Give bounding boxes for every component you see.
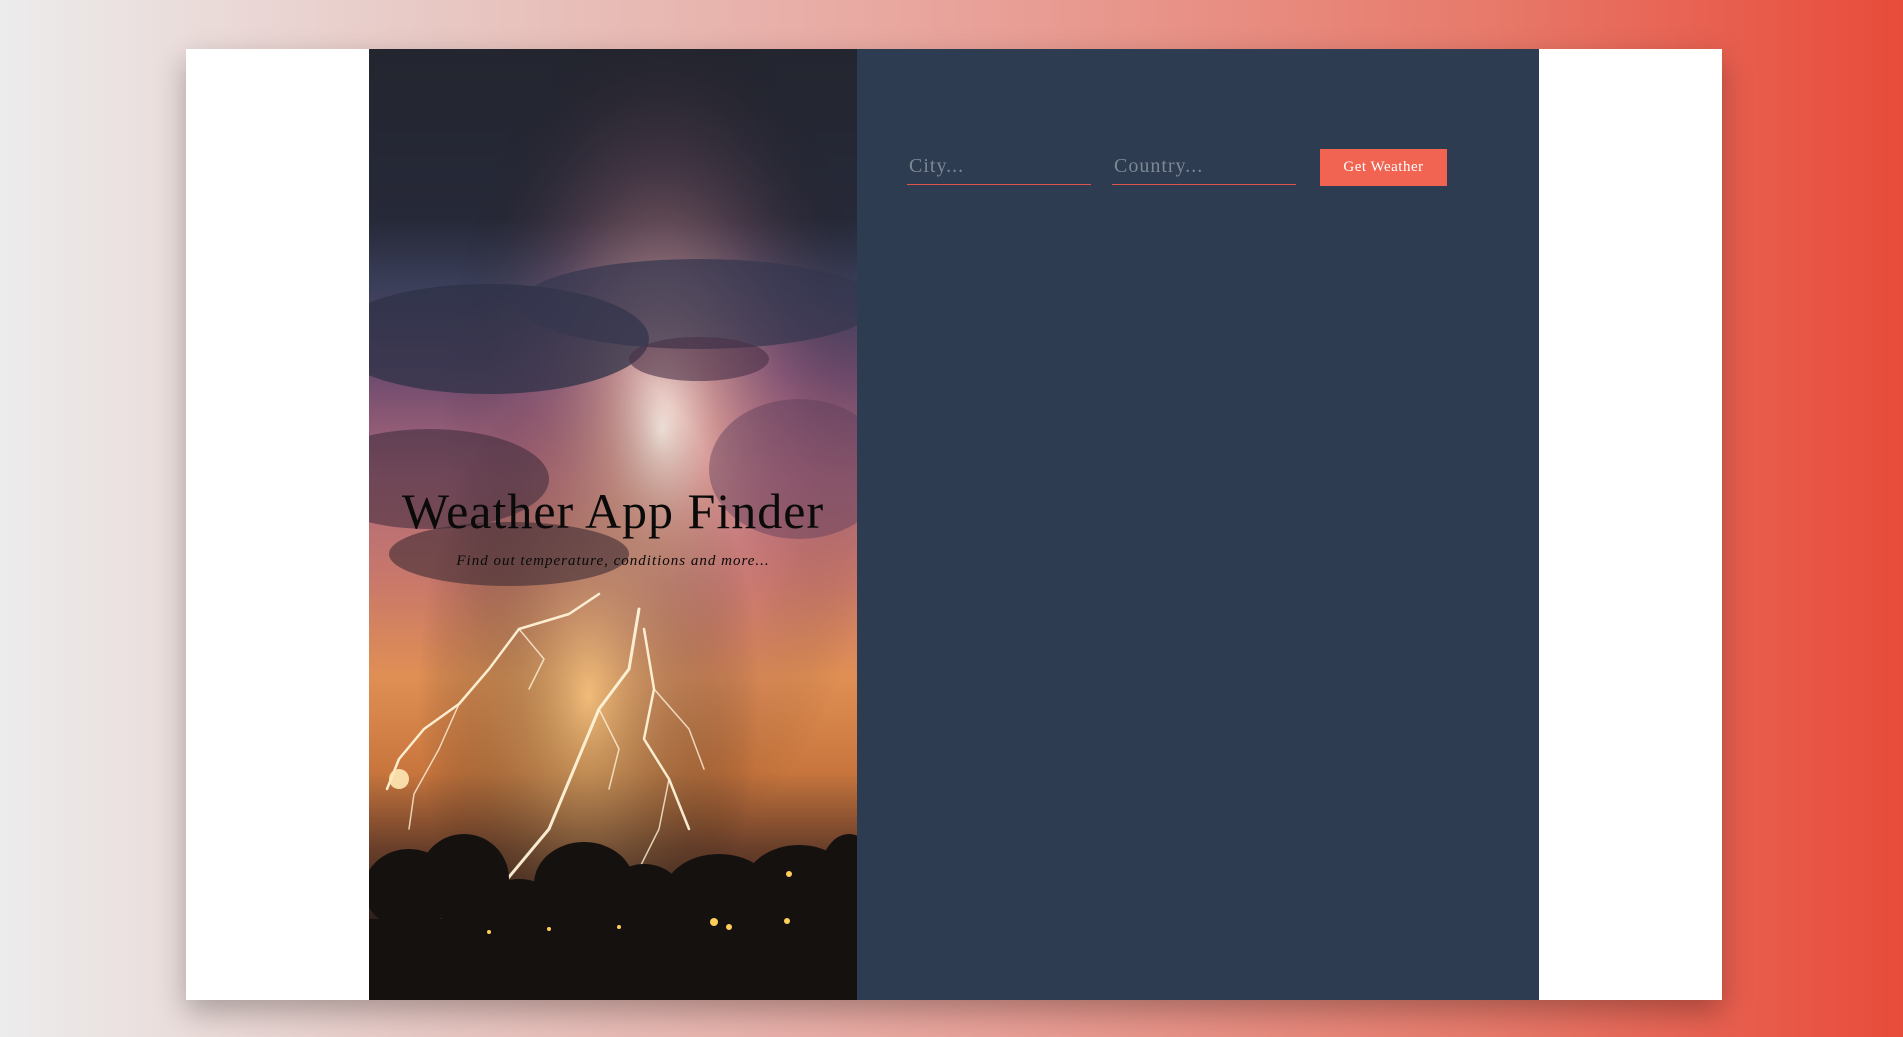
app-subtitle: Find out temperature, conditions and mor… xyxy=(456,553,770,569)
form-panel: Get Weather xyxy=(857,49,1539,1000)
title-panel: Weather App Finder Find out temperature,… xyxy=(369,49,857,1000)
country-input[interactable] xyxy=(1112,149,1296,185)
weather-form: Get Weather xyxy=(907,149,1507,199)
app-card: Weather App Finder Find out temperature,… xyxy=(186,49,1722,1000)
city-input[interactable] xyxy=(907,149,1091,185)
get-weather-button[interactable]: Get Weather xyxy=(1320,149,1447,186)
title-block: Weather App Finder Find out temperature,… xyxy=(369,481,857,570)
app-title: Weather App Finder xyxy=(401,483,825,539)
